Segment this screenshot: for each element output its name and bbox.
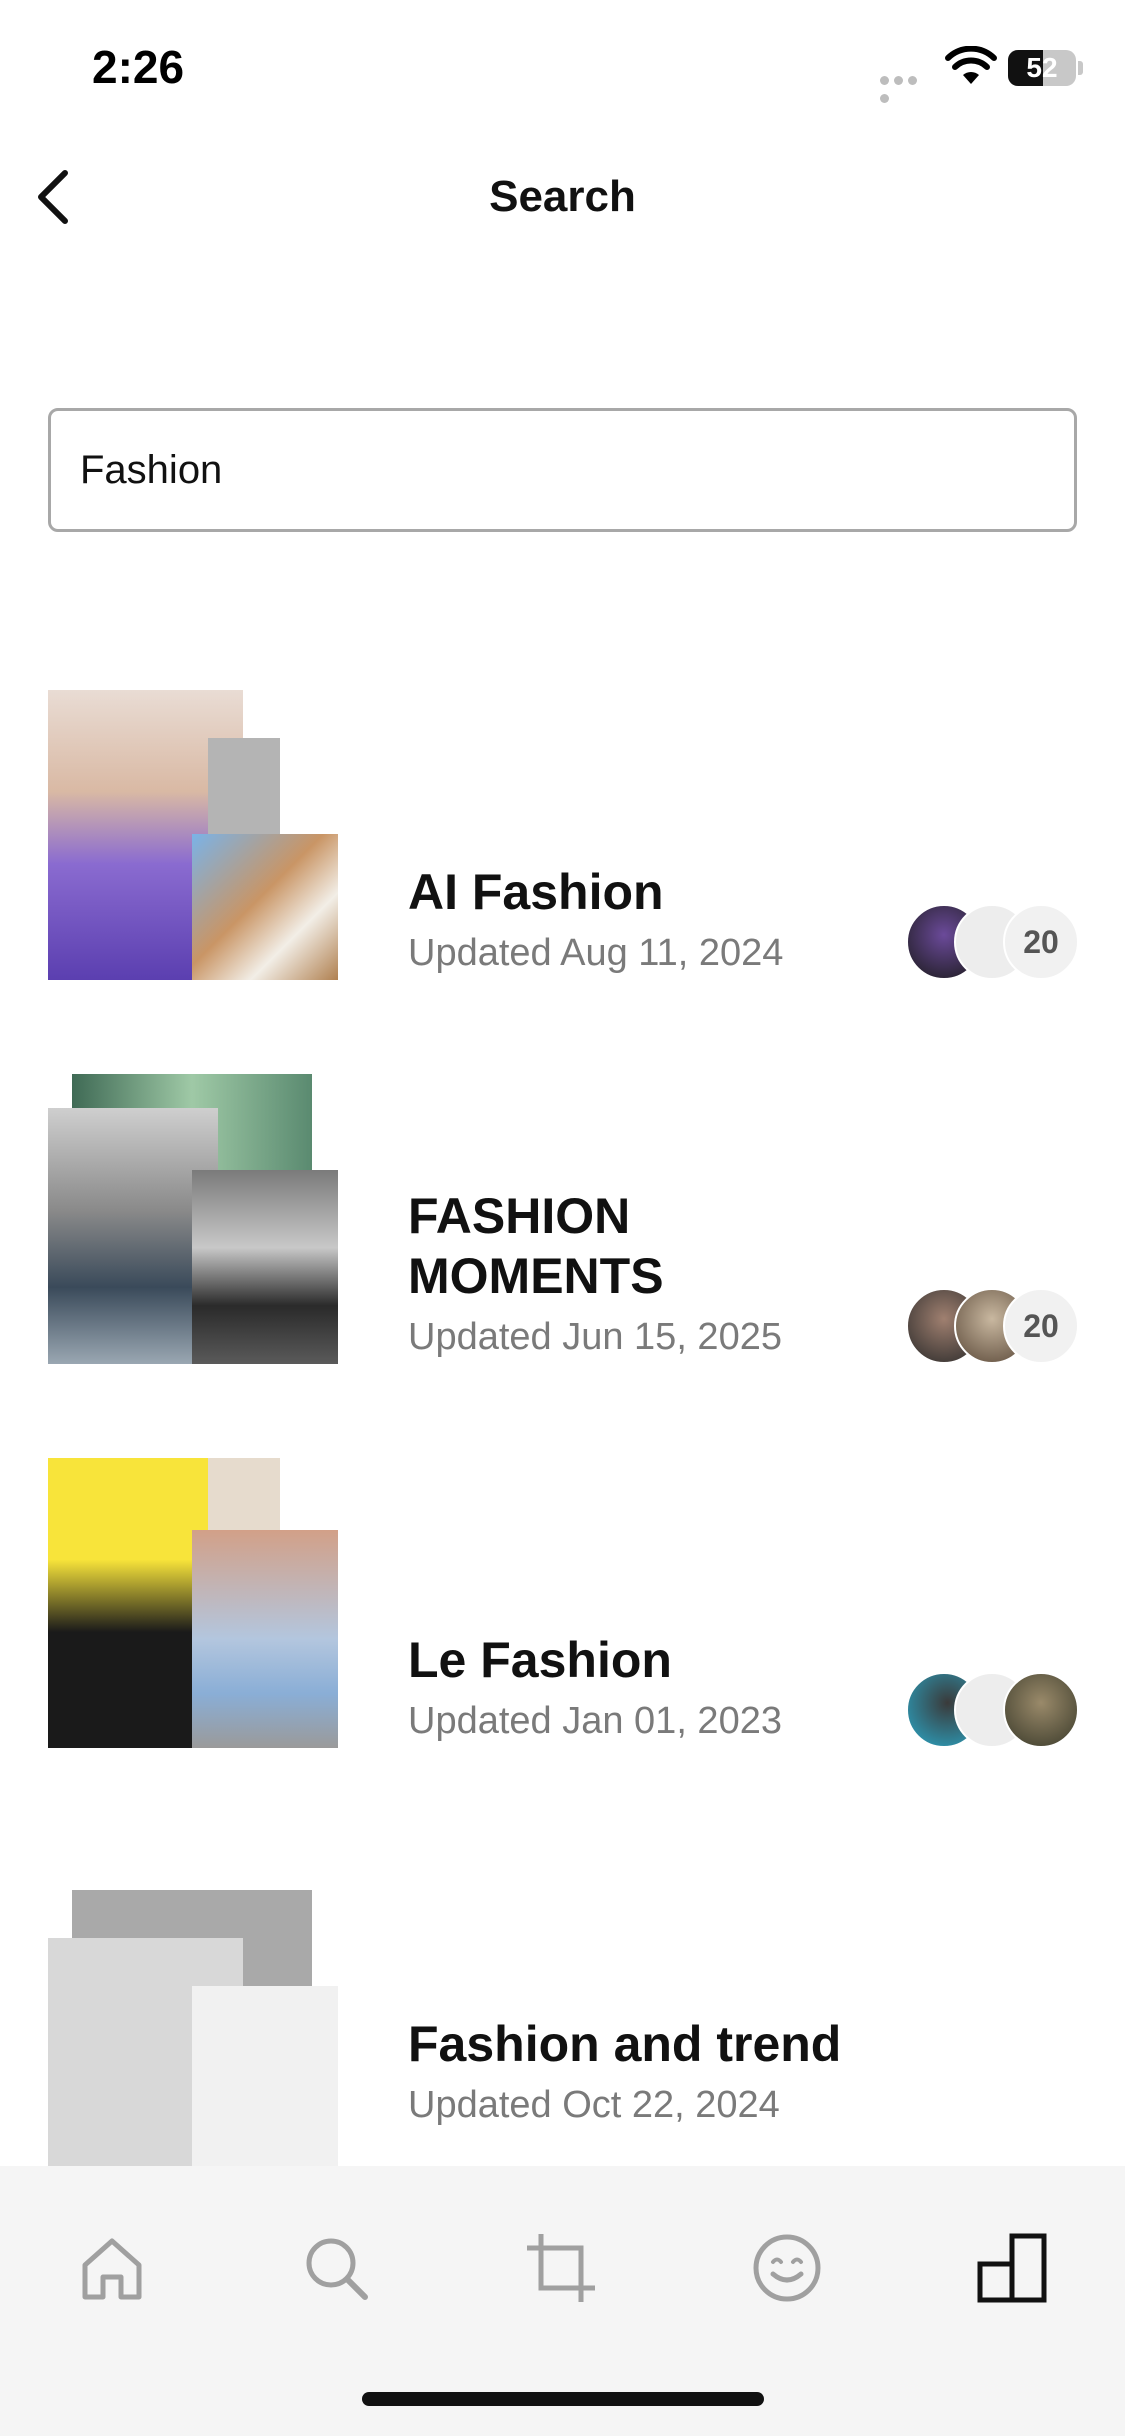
boards-icon: [977, 2233, 1047, 2303]
crop-icon: [527, 2234, 595, 2302]
status-bar: 2:26 52: [0, 0, 1125, 140]
collaborator-count: 20: [1003, 1288, 1079, 1364]
battery-percent: 52: [1026, 52, 1058, 83]
home-indicator: [362, 2392, 764, 2406]
cover-thumbnail: [192, 1986, 338, 2180]
board-title: Le Fashion: [408, 1632, 672, 1688]
cover-thumbnail: [192, 1530, 338, 1748]
tab-moodboard[interactable]: [737, 2218, 837, 2318]
search-input[interactable]: [48, 408, 1077, 532]
collaborator-avatars[interactable]: 20: [906, 904, 1081, 980]
collaborator-avatars[interactable]: [906, 1672, 1081, 1748]
board-updated: Updated Jun 15, 2025: [408, 1316, 782, 1358]
search-icon: [306, 2238, 368, 2300]
home-icon: [82, 2238, 142, 2300]
board-updated: Updated Jan 01, 2023: [408, 1700, 782, 1742]
smiley-icon: [753, 2234, 821, 2302]
board-cover-collage: [48, 1074, 338, 1364]
board-cover-collage: [48, 1890, 338, 2180]
tab-search[interactable]: [286, 2218, 386, 2318]
cover-thumbnail: [192, 834, 338, 980]
cover-thumbnail: [192, 1170, 338, 1364]
avatar: [1003, 1672, 1079, 1748]
board-cover-collage: [48, 690, 338, 980]
status-time: 2:26: [92, 41, 185, 93]
collaborator-avatars[interactable]: 20: [906, 1288, 1081, 1364]
page-title: Search: [489, 172, 636, 221]
tab-home[interactable]: [62, 2218, 162, 2318]
tab-create[interactable]: [511, 2218, 611, 2318]
battery-icon: 52: [1008, 50, 1076, 86]
tab-boards[interactable]: [962, 2218, 1062, 2318]
board-title: Fashion and trend: [408, 2016, 842, 2072]
board-result-fashion-moments[interactable]: FASHION MOMENTS Updated Jun 15, 2025 20: [0, 1074, 1125, 1374]
board-result-ai-fashion[interactable]: AI Fashion Updated Aug 11, 2024 20: [0, 690, 1125, 990]
collaborator-count: 20: [1003, 904, 1079, 980]
board-result-le-fashion[interactable]: Le Fashion Updated Jan 01, 2023: [0, 1458, 1125, 1758]
wifi-icon: [945, 46, 997, 84]
battery-tip: [1078, 61, 1083, 75]
board-title: FASHION MOMENTS: [408, 1188, 664, 1304]
cover-thumbnail: [208, 1458, 280, 1530]
board-title: AI Fashion: [408, 864, 664, 920]
board-result-fashion-and-trend[interactable]: Fashion and trend Updated Oct 22, 2024: [0, 1890, 1125, 2190]
board-updated: Updated Oct 22, 2024: [408, 2084, 780, 2126]
signal-icon: [880, 72, 935, 103]
board-updated: Updated Aug 11, 2024: [408, 932, 784, 974]
cover-thumbnail: [208, 738, 280, 834]
board-cover-collage: [48, 1458, 338, 1748]
